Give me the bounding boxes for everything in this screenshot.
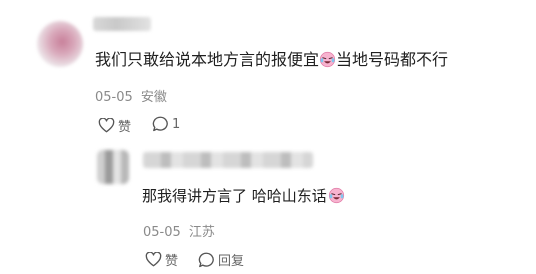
reply-location: 江苏 (188, 225, 215, 240)
reply-date: 05-05 (143, 225, 181, 240)
reply-text: 那我得讲方言了 哈哈山东话 (142, 186, 345, 206)
reply-meta: 05-05 江苏 (143, 221, 215, 240)
reply-count-button[interactable]: 1 (152, 116, 180, 132)
crying-laughing-face-emoji (328, 187, 344, 204)
like-label: 赞 (118, 120, 132, 135)
comment-date: 05-05 (95, 90, 133, 105)
reply-count: 1 (172, 116, 181, 132)
comment-bubble-icon (152, 116, 168, 132)
comment-meta: 05-05 安徽 (95, 86, 167, 105)
like-button[interactable]: 赞 (98, 116, 131, 135)
comment-bubble-icon (198, 252, 214, 267)
comment-location: 安徽 (140, 90, 167, 105)
reply-button[interactable]: 回复 (198, 250, 244, 269)
username[interactable] (93, 17, 151, 31)
avatar[interactable] (37, 21, 83, 67)
like-label: 赞 (165, 254, 179, 269)
heart-icon (145, 252, 162, 267)
reply-username[interactable] (143, 152, 313, 168)
comment-text: 我们只敢给说本地方言的报便宜 当地号码都不行 (95, 50, 449, 69)
reply-avatar[interactable] (97, 150, 129, 184)
reply-label: 回复 (218, 254, 245, 269)
reply-like-button[interactable]: 赞 (145, 250, 178, 269)
heart-icon (98, 118, 115, 133)
crying-laughing-face-emoji (319, 51, 336, 68)
